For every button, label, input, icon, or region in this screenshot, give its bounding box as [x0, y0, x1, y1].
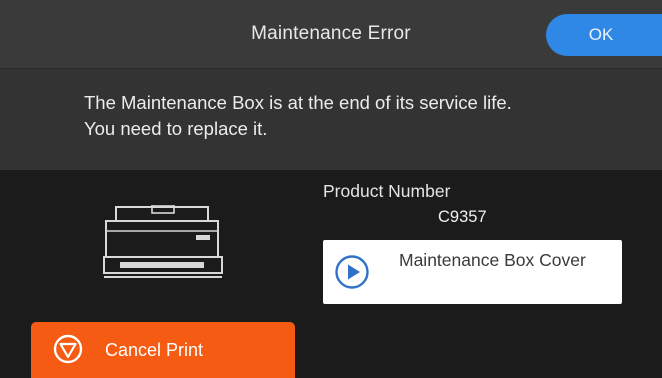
cancel-print-button[interactable]: Cancel Print: [31, 322, 295, 378]
error-message-line-1: The Maintenance Box is at the end of its…: [84, 92, 512, 113]
maintenance-error-screen: Maintenance Error OK The Maintenance Box…: [0, 0, 662, 378]
product-number-value: C9357: [438, 208, 487, 226]
printer-icon: [103, 205, 223, 278]
cancel-print-label: Cancel Print: [105, 340, 204, 360]
error-message-panel: The Maintenance Box is at the end of its…: [0, 69, 662, 170]
error-message-line-2: You need to replace it.: [84, 118, 268, 139]
play-circle-icon: [335, 255, 369, 289]
maintenance-box-cover-button[interactable]: Maintenance Box Cover: [323, 240, 622, 304]
ok-button[interactable]: OK: [546, 14, 662, 56]
maintenance-box-cover-label: Maintenance Box Cover: [399, 250, 586, 270]
stop-triangle-icon: [53, 334, 83, 364]
title-bar: Maintenance Error OK: [0, 0, 662, 69]
product-number-label: Product Number: [323, 181, 451, 201]
